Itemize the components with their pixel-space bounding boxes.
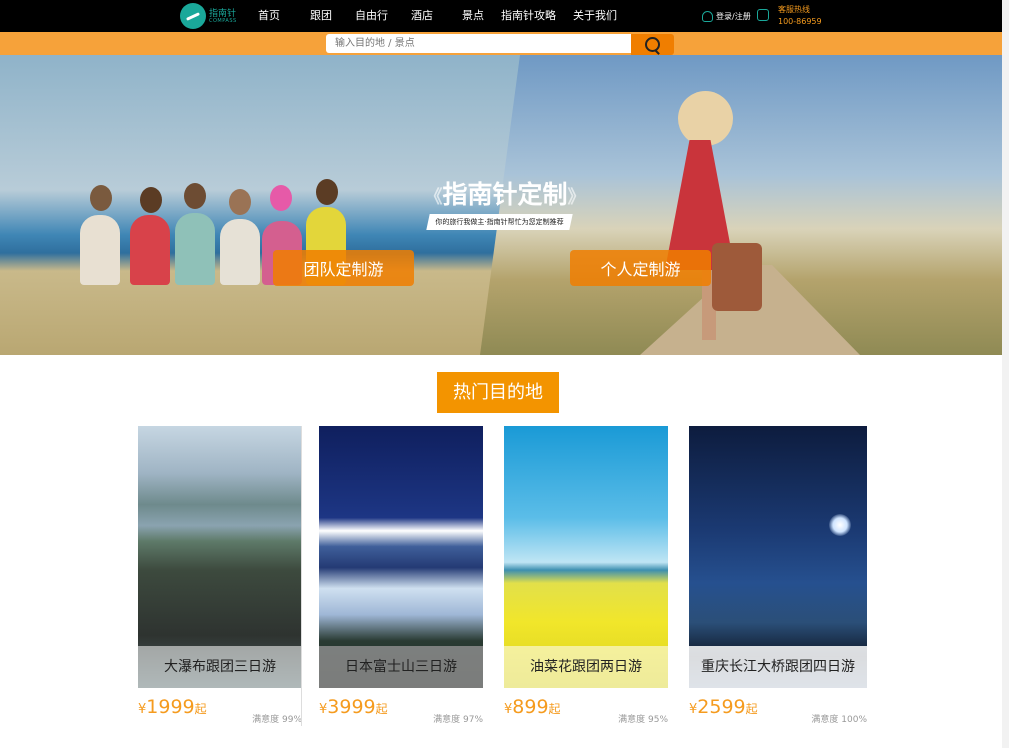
card-title: 日本富士山三日游 (319, 646, 483, 688)
destination-card[interactable]: 油菜花跟团两日游 ¥899起 满意度 95% (504, 426, 668, 726)
card-price: ¥1999起 (138, 696, 207, 718)
team-custom-tour-button[interactable]: 团队定制游 (273, 250, 414, 286)
headset-icon (757, 9, 769, 21)
sun-hat (678, 91, 733, 146)
section-title: 热门目的地 (437, 372, 559, 413)
card-satisfaction: 满意度 97% (433, 715, 483, 725)
hero-banner: 《指南针定制》 你的旅行我做主·指南针帮忙为您定制推荐 团队定制游 个人定制游 (0, 55, 1002, 355)
nav-item-group-tour[interactable]: 跟团 (310, 0, 332, 32)
nav-item-guides[interactable]: 指南针攻略 (501, 0, 556, 32)
hero-subtitle-text: 你的旅行我做主·指南针帮忙为您定制推荐 (435, 218, 564, 226)
card-satisfaction: 满意度 99% (252, 715, 302, 725)
left-quote-icon: 《 (424, 187, 443, 208)
card-price: ¥899起 (504, 696, 561, 718)
card-price: ¥3999起 (319, 696, 388, 718)
hero-title: 《指南针定制》 (415, 175, 595, 211)
logo-subtext: COMPASS (209, 18, 237, 24)
compass-icon (180, 3, 206, 29)
nav-item-hotel[interactable]: 酒店 (411, 0, 433, 32)
destination-card[interactable]: 大瀑布跟团三日游 ¥1999起 满意度 99% (138, 426, 302, 726)
card-title: 油菜花跟团两日游 (504, 646, 668, 688)
right-quote-icon: 》 (567, 187, 586, 208)
card-title: 大瀑布跟团三日游 (138, 646, 302, 688)
scrollbar[interactable] (1002, 0, 1009, 748)
search-input[interactable] (326, 34, 631, 53)
personal-custom-tour-button[interactable]: 个人定制游 (570, 250, 711, 286)
hero-title-text: 指南针定制 (442, 180, 568, 209)
card-satisfaction: 满意度 95% (618, 715, 668, 725)
card-satisfaction: 满意度 100% (811, 715, 867, 725)
search-bar (0, 32, 1002, 55)
hotline-number: 100-86959 (778, 17, 822, 26)
hotline-label: 客服热线 (778, 5, 810, 14)
nav-item-about[interactable]: 关于我们 (573, 0, 617, 32)
hero-subtitle: 你的旅行我做主·指南针帮忙为您定制推荐 (426, 214, 573, 230)
nav-item-home[interactable]: 首页 (258, 0, 280, 32)
card-price: ¥2599起 (689, 696, 758, 718)
login-label: 登录/注册 (716, 11, 751, 21)
search-icon (645, 37, 660, 52)
destination-card[interactable]: 日本富士山三日游 ¥3999起 满意度 97% (319, 426, 483, 726)
suitcase (712, 243, 762, 311)
page: 指南针 COMPASS 首页 跟团 自由行 酒店 景点 指南针攻略 关于我们 登… (0, 0, 1009, 748)
logo[interactable]: 指南针 COMPASS (180, 3, 238, 29)
card-divider (301, 426, 302, 726)
user-icon (702, 10, 713, 22)
card-title: 重庆长江大桥跟团四日游 (689, 646, 867, 688)
search-button[interactable] (631, 34, 674, 55)
login-link[interactable]: 登录/注册 (702, 9, 751, 23)
destination-card[interactable]: 重庆长江大桥跟团四日游 ¥2599起 满意度 100% (689, 426, 867, 726)
hotline: 客服热线 100-86959 (778, 4, 822, 28)
top-nav-bar: 指南针 COMPASS 首页 跟团 自由行 酒店 景点 指南针攻略 关于我们 登… (0, 0, 1002, 32)
nav-item-free-travel[interactable]: 自由行 (355, 0, 388, 32)
nav-item-attractions[interactable]: 景点 (462, 0, 484, 32)
